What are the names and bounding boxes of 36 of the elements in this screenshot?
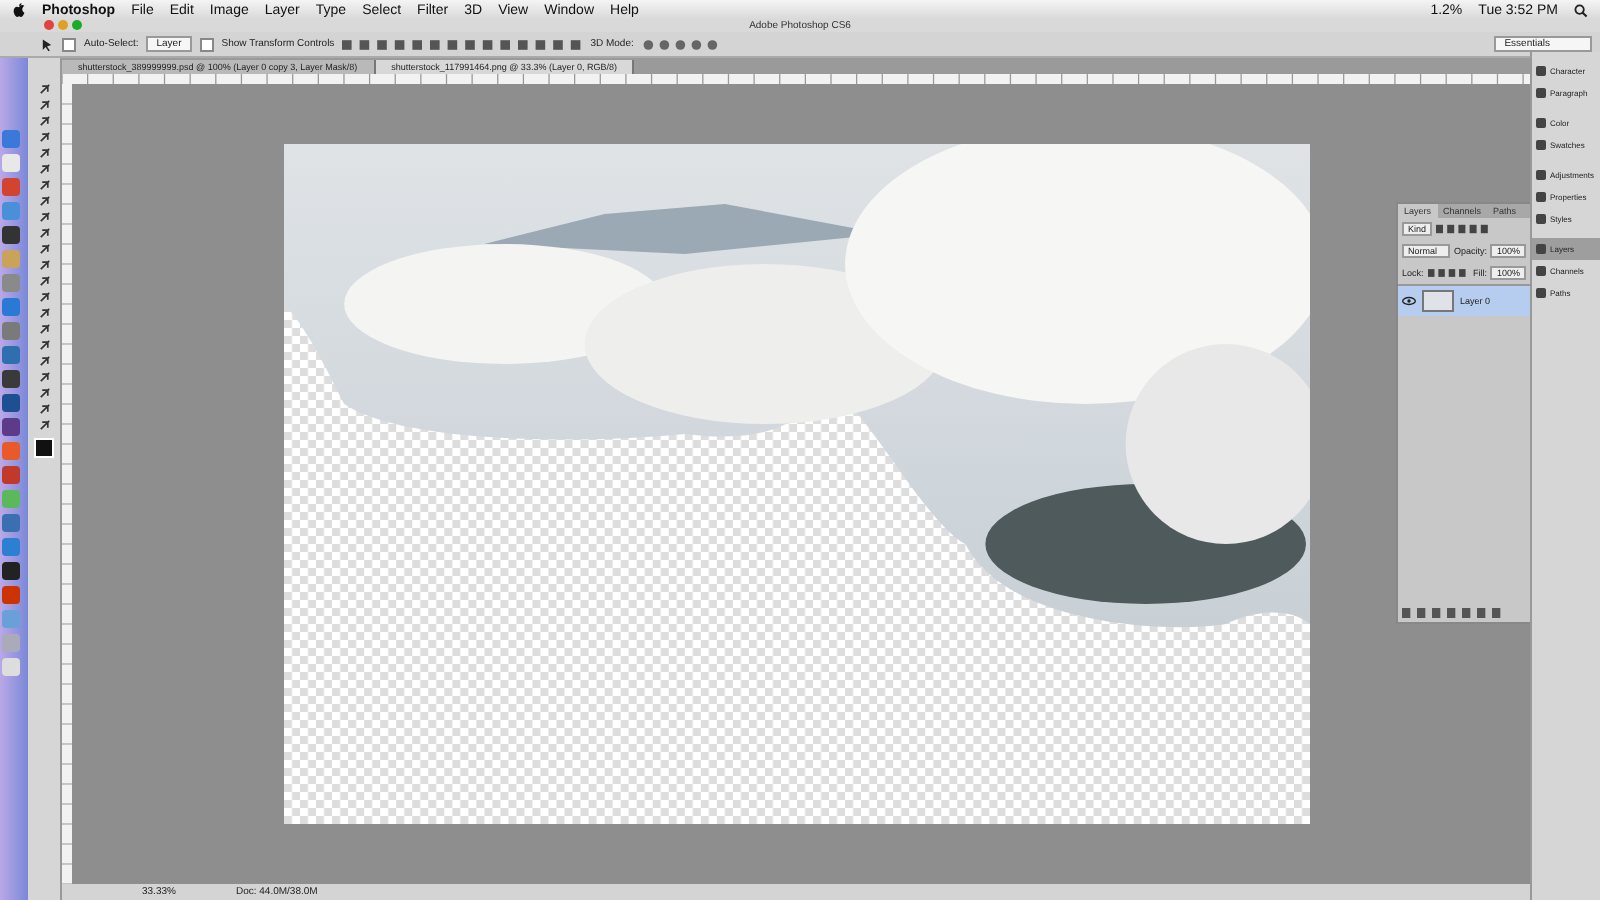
tool-icon[interactable] (37, 226, 51, 240)
tool-icon[interactable] (37, 370, 51, 384)
tool-icon[interactable] (37, 146, 51, 160)
checkbox[interactable] (62, 37, 76, 51)
tool-icon[interactable] (37, 354, 51, 368)
tool-icon[interactable] (37, 258, 51, 272)
move-tool-icon[interactable] (40, 37, 54, 51)
tool-icon[interactable] (37, 306, 51, 320)
layer-thumbnail (1422, 290, 1454, 312)
tool-icon[interactable] (37, 402, 51, 416)
eye-icon[interactable] (1402, 296, 1416, 306)
color-swatches-icon[interactable] (34, 438, 54, 458)
align-icons-drawing[interactable] (342, 37, 583, 51)
tool-icon[interactable] (37, 82, 51, 96)
apple-icon[interactable] (12, 2, 26, 18)
tool-icon[interactable] (37, 290, 51, 304)
tool-icon[interactable] (37, 130, 51, 144)
search-icon[interactable] (1574, 3, 1588, 17)
lock-icons-drawing[interactable] (1427, 268, 1469, 278)
tool-icon[interactable] (37, 274, 51, 288)
3d-tool-icons-drawing[interactable] (641, 37, 722, 51)
close-icon[interactable] (44, 20, 54, 30)
tool-icon[interactable] (37, 162, 51, 176)
tool-icon[interactable] (37, 242, 51, 256)
tool-icon[interactable] (37, 194, 51, 208)
checkbox[interactable] (199, 37, 214, 51)
tool-icon[interactable] (37, 114, 51, 128)
tool-icon[interactable] (37, 418, 51, 432)
tool-icon[interactable] (37, 178, 51, 192)
tool-icon[interactable] (37, 98, 51, 112)
tool-icon[interactable] (37, 338, 51, 352)
tool-icon[interactable] (37, 322, 51, 336)
layer-actions-drawing[interactable] (1402, 608, 1502, 618)
filter-icons-drawing[interactable] (1436, 224, 1493, 234)
tool-icon[interactable] (37, 386, 51, 400)
tool-icon[interactable] (37, 210, 51, 224)
